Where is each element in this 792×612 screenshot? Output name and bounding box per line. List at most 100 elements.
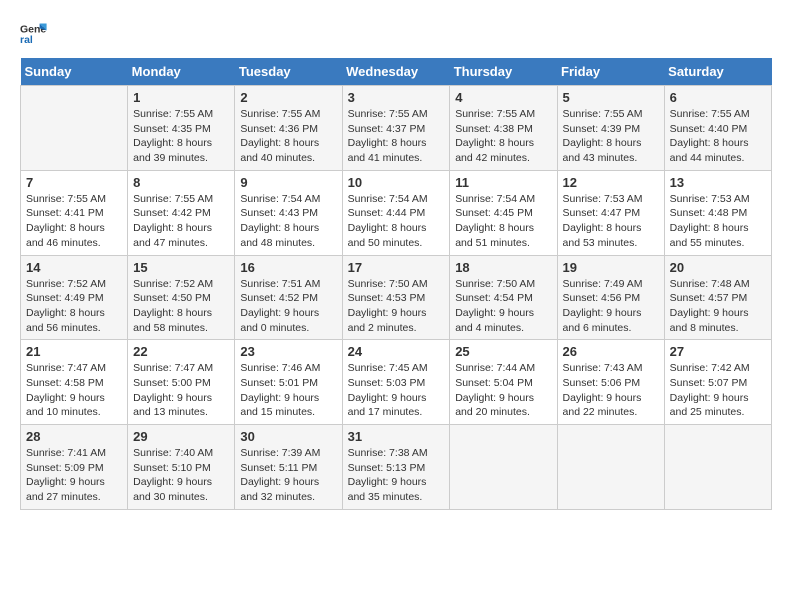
calendar-cell: 27 Sunrise: 7:42 AM Sunset: 5:07 PM Dayli… bbox=[664, 340, 771, 425]
day-number: 5 bbox=[563, 90, 659, 105]
day-info: Sunrise: 7:55 AM Sunset: 4:41 PM Dayligh… bbox=[26, 192, 122, 251]
day-number: 12 bbox=[563, 175, 659, 190]
day-number: 31 bbox=[348, 429, 445, 444]
calendar-cell: 23 Sunrise: 7:46 AM Sunset: 5:01 PM Dayli… bbox=[235, 340, 342, 425]
day-number: 14 bbox=[26, 260, 122, 275]
calendar-cell: 29Sunrise: 7:40 AM Sunset: 5:10 PM Dayli… bbox=[128, 425, 235, 510]
header-thursday: Thursday bbox=[450, 58, 557, 86]
day-number: 10 bbox=[348, 175, 445, 190]
calendar-cell: 7 Sunrise: 7:55 AM Sunset: 4:41 PM Daylig… bbox=[21, 170, 128, 255]
day-number: 11 bbox=[455, 175, 551, 190]
day-info: Sunrise: 7:54 AM Sunset: 4:43 PM Dayligh… bbox=[240, 192, 336, 251]
day-number: 30 bbox=[240, 429, 336, 444]
day-info: Sunrise: 7:50 AM Sunset: 4:53 PM Dayligh… bbox=[348, 277, 445, 336]
day-number: 22 bbox=[133, 344, 229, 359]
day-info: Sunrise: 7:46 AM Sunset: 5:01 PM Dayligh… bbox=[240, 361, 336, 420]
day-number: 17 bbox=[348, 260, 445, 275]
day-info: Sunrise: 7:55 AM Sunset: 4:37 PM Dayligh… bbox=[348, 107, 445, 166]
day-number: 4 bbox=[455, 90, 551, 105]
day-number: 8 bbox=[133, 175, 229, 190]
calendar-cell: 3 Sunrise: 7:55 AM Sunset: 4:37 PM Daylig… bbox=[342, 86, 450, 171]
header: Gene ral bbox=[20, 20, 772, 48]
day-info: Sunrise: 7:38 AM Sunset: 5:13 PM Dayligh… bbox=[348, 446, 445, 505]
day-number: 1 bbox=[133, 90, 229, 105]
day-number: 6 bbox=[670, 90, 766, 105]
day-info: Sunrise: 7:42 AM Sunset: 5:07 PM Dayligh… bbox=[670, 361, 766, 420]
day-info: Sunrise: 7:53 AM Sunset: 4:47 PM Dayligh… bbox=[563, 192, 659, 251]
calendar-cell: 20 Sunrise: 7:48 AM Sunset: 4:57 PM Dayli… bbox=[664, 255, 771, 340]
svg-text:ral: ral bbox=[20, 34, 33, 46]
day-number: 20 bbox=[670, 260, 766, 275]
logo: Gene ral bbox=[20, 20, 52, 48]
logo-icon: Gene ral bbox=[20, 20, 48, 48]
calendar-cell: 6 Sunrise: 7:55 AM Sunset: 4:40 PM Daylig… bbox=[664, 86, 771, 171]
header-tuesday: Tuesday bbox=[235, 58, 342, 86]
day-number: 29 bbox=[133, 429, 229, 444]
calendar-cell: 5 Sunrise: 7:55 AM Sunset: 4:39 PM Daylig… bbox=[557, 86, 664, 171]
header-wednesday: Wednesday bbox=[342, 58, 450, 86]
calendar-cell: 26 Sunrise: 7:43 AM Sunset: 5:06 PM Dayli… bbox=[557, 340, 664, 425]
day-info: Sunrise: 7:55 AM Sunset: 4:39 PM Dayligh… bbox=[563, 107, 659, 166]
day-info: Sunrise: 7:52 AM Sunset: 4:50 PM Dayligh… bbox=[133, 277, 229, 336]
day-info: Sunrise: 7:52 AM Sunset: 4:49 PM Dayligh… bbox=[26, 277, 122, 336]
calendar-cell: 9 Sunrise: 7:54 AM Sunset: 4:43 PM Daylig… bbox=[235, 170, 342, 255]
header-friday: Friday bbox=[557, 58, 664, 86]
day-info: Sunrise: 7:54 AM Sunset: 4:45 PM Dayligh… bbox=[455, 192, 551, 251]
calendar-cell: 17 Sunrise: 7:50 AM Sunset: 4:53 PM Dayli… bbox=[342, 255, 450, 340]
day-info: Sunrise: 7:54 AM Sunset: 4:44 PM Dayligh… bbox=[348, 192, 445, 251]
header-monday: Monday bbox=[128, 58, 235, 86]
day-number: 16 bbox=[240, 260, 336, 275]
day-info: Sunrise: 7:45 AM Sunset: 5:03 PM Dayligh… bbox=[348, 361, 445, 420]
day-number: 23 bbox=[240, 344, 336, 359]
day-number: 15 bbox=[133, 260, 229, 275]
day-number: 19 bbox=[563, 260, 659, 275]
day-number: 24 bbox=[348, 344, 445, 359]
calendar-cell: 12 Sunrise: 7:53 AM Sunset: 4:47 PM Dayli… bbox=[557, 170, 664, 255]
calendar-week-row: 7 Sunrise: 7:55 AM Sunset: 4:41 PM Daylig… bbox=[21, 170, 772, 255]
day-info: Sunrise: 7:49 AM Sunset: 4:56 PM Dayligh… bbox=[563, 277, 659, 336]
day-info: Sunrise: 7:44 AM Sunset: 5:04 PM Dayligh… bbox=[455, 361, 551, 420]
calendar-cell bbox=[664, 425, 771, 510]
calendar-week-row: 21 Sunrise: 7:47 AM Sunset: 4:58 PM Dayli… bbox=[21, 340, 772, 425]
day-info: Sunrise: 7:48 AM Sunset: 4:57 PM Dayligh… bbox=[670, 277, 766, 336]
day-info: Sunrise: 7:55 AM Sunset: 4:36 PM Dayligh… bbox=[240, 107, 336, 166]
calendar-cell: 13 Sunrise: 7:53 AM Sunset: 4:48 PM Dayli… bbox=[664, 170, 771, 255]
day-number: 9 bbox=[240, 175, 336, 190]
calendar-cell bbox=[557, 425, 664, 510]
calendar-cell: 2Sunrise: 7:55 AM Sunset: 4:36 PM Daylig… bbox=[235, 86, 342, 171]
day-info: Sunrise: 7:43 AM Sunset: 5:06 PM Dayligh… bbox=[563, 361, 659, 420]
calendar-cell: 25 Sunrise: 7:44 AM Sunset: 5:04 PM Dayli… bbox=[450, 340, 557, 425]
day-number: 13 bbox=[670, 175, 766, 190]
calendar-cell: 24 Sunrise: 7:45 AM Sunset: 5:03 PM Dayli… bbox=[342, 340, 450, 425]
calendar-cell: 8Sunrise: 7:55 AM Sunset: 4:42 PM Daylig… bbox=[128, 170, 235, 255]
day-info: Sunrise: 7:39 AM Sunset: 5:11 PM Dayligh… bbox=[240, 446, 336, 505]
day-number: 28 bbox=[26, 429, 122, 444]
calendar-cell: 1Sunrise: 7:55 AM Sunset: 4:35 PM Daylig… bbox=[128, 86, 235, 171]
calendar-cell: 10 Sunrise: 7:54 AM Sunset: 4:44 PM Dayli… bbox=[342, 170, 450, 255]
calendar-cell bbox=[450, 425, 557, 510]
header-saturday: Saturday bbox=[664, 58, 771, 86]
day-number: 18 bbox=[455, 260, 551, 275]
calendar-cell: 14 Sunrise: 7:52 AM Sunset: 4:49 PM Dayli… bbox=[21, 255, 128, 340]
calendar-week-row: 28 Sunrise: 7:41 AM Sunset: 5:09 PM Dayli… bbox=[21, 425, 772, 510]
calendar-cell: 4Sunrise: 7:55 AM Sunset: 4:38 PM Daylig… bbox=[450, 86, 557, 171]
day-number: 27 bbox=[670, 344, 766, 359]
day-number: 3 bbox=[348, 90, 445, 105]
calendar-cell: 18Sunrise: 7:50 AM Sunset: 4:54 PM Dayli… bbox=[450, 255, 557, 340]
day-number: 21 bbox=[26, 344, 122, 359]
calendar-cell: 31 Sunrise: 7:38 AM Sunset: 5:13 PM Dayli… bbox=[342, 425, 450, 510]
day-number: 7 bbox=[26, 175, 122, 190]
day-number: 26 bbox=[563, 344, 659, 359]
day-info: Sunrise: 7:41 AM Sunset: 5:09 PM Dayligh… bbox=[26, 446, 122, 505]
calendar-cell: 21 Sunrise: 7:47 AM Sunset: 4:58 PM Dayli… bbox=[21, 340, 128, 425]
day-info: Sunrise: 7:53 AM Sunset: 4:48 PM Dayligh… bbox=[670, 192, 766, 251]
header-sunday: Sunday bbox=[21, 58, 128, 86]
day-info: Sunrise: 7:47 AM Sunset: 4:58 PM Dayligh… bbox=[26, 361, 122, 420]
calendar-cell: 19 Sunrise: 7:49 AM Sunset: 4:56 PM Dayli… bbox=[557, 255, 664, 340]
calendar-week-row: 14 Sunrise: 7:52 AM Sunset: 4:49 PM Dayli… bbox=[21, 255, 772, 340]
day-info: Sunrise: 7:55 AM Sunset: 4:40 PM Dayligh… bbox=[670, 107, 766, 166]
day-info: Sunrise: 7:51 AM Sunset: 4:52 PM Dayligh… bbox=[240, 277, 336, 336]
calendar-cell: 22Sunrise: 7:47 AM Sunset: 5:00 PM Dayli… bbox=[128, 340, 235, 425]
calendar-cell: 30 Sunrise: 7:39 AM Sunset: 5:11 PM Dayli… bbox=[235, 425, 342, 510]
day-number: 25 bbox=[455, 344, 551, 359]
